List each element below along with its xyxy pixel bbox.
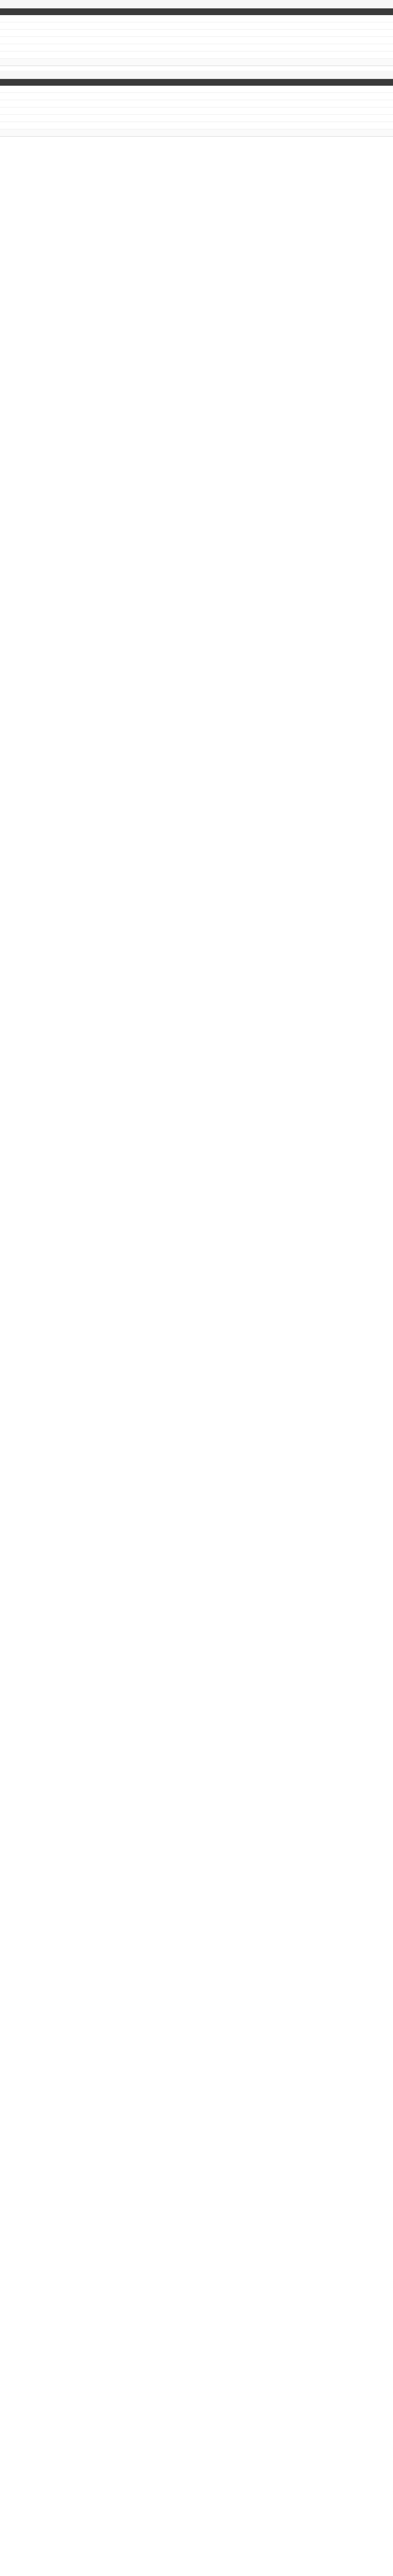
- table-row: [0, 108, 393, 115]
- table-row: [0, 122, 393, 129]
- table-header: [0, 79, 393, 86]
- summary-row: [0, 59, 393, 66]
- table-row: [0, 115, 393, 122]
- table-row: [0, 100, 393, 108]
- trade-sheet: [0, 0, 393, 141]
- table-row: [0, 44, 393, 52]
- table-row: [0, 86, 393, 93]
- table-row: [0, 22, 393, 30]
- table-header: [0, 8, 393, 15]
- table-row: [0, 52, 393, 59]
- day-section: [0, 71, 393, 141]
- day-section: [0, 0, 393, 71]
- table-row: [0, 30, 393, 37]
- summary-row: [0, 129, 393, 137]
- table-row: [0, 15, 393, 22]
- table-row: [0, 93, 393, 100]
- date-row: [0, 0, 393, 8]
- date-row: [0, 71, 393, 79]
- table-row: [0, 37, 393, 44]
